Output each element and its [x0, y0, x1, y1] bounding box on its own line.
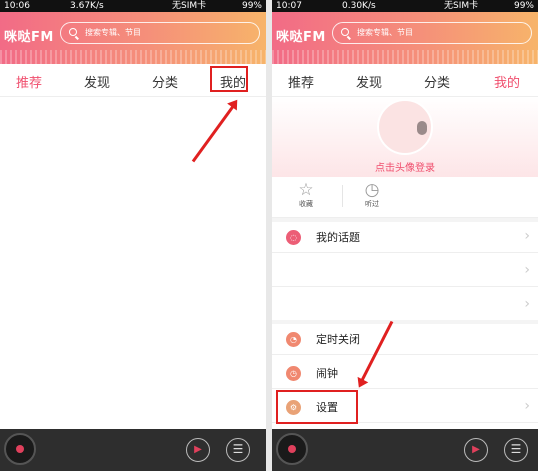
playlist-button[interactable]: ☰	[226, 438, 250, 462]
search-placeholder: 搜索专辑、节目	[85, 28, 141, 37]
tab-bar: 推荐 发现 分类 我的	[272, 64, 538, 97]
list-icon: ☰	[510, 442, 522, 456]
header-bar: 咪哒FM 搜索专辑、节目	[272, 12, 538, 64]
menu-item-my-topics[interactable]: ◌ 我的话题 ›	[272, 222, 538, 253]
menu-item-sleep-timer[interactable]: ◔ 定时关闭	[272, 324, 538, 355]
status-battery: 99%	[241, 1, 262, 11]
header-bar: 咪哒FM 搜索专辑、节目	[0, 12, 266, 64]
status-time: 10:07	[276, 1, 302, 11]
menu-item-blank[interactable]: ›	[272, 256, 538, 287]
mini-player: ▶ ☰	[272, 429, 538, 471]
timer-icon: ◔	[286, 332, 301, 347]
tab-recommend[interactable]: 推荐	[16, 72, 42, 91]
history-button[interactable]: ◷ 听过	[352, 181, 392, 209]
status-network-speed: 3.67K/s	[70, 1, 104, 11]
chevron-right-icon: ›	[524, 228, 530, 244]
play-button[interactable]: ▶	[464, 438, 488, 462]
chevron-right-icon: ›	[524, 296, 530, 312]
chevron-right-icon: ›	[524, 398, 530, 414]
search-placeholder: 搜索专辑、节目	[357, 28, 413, 37]
left-screenshot: 10:06 3.67K/s 无SIM卡 99% 咪哒FM 搜索专辑、节目 推荐 …	[0, 0, 266, 471]
search-icon	[341, 28, 349, 36]
album-disc-icon[interactable]	[276, 433, 308, 465]
chat-bubble-icon: ◌	[286, 230, 301, 245]
menu-item-label: 闹钟	[316, 367, 338, 380]
right-screenshot: 10:07 0.30K/s 无SIM卡 99% 咪哒FM 搜索专辑、节目 推荐 …	[272, 0, 538, 471]
playlist-button[interactable]: ☰	[504, 438, 528, 462]
divider	[342, 185, 343, 207]
chevron-right-icon: ›	[524, 262, 530, 278]
star-icon: ☆	[298, 180, 314, 200]
favorites-button[interactable]: ☆ 收藏	[286, 181, 326, 209]
status-time: 10:06	[4, 1, 30, 11]
annotation-arrow	[191, 102, 237, 163]
play-icon: ▶	[472, 444, 480, 455]
tab-discover[interactable]: 发现	[84, 72, 110, 91]
search-input[interactable]: 搜索专辑、节目	[332, 22, 532, 44]
menu-item-label: 定时关闭	[316, 333, 360, 346]
history-label: 听过	[365, 200, 379, 208]
quick-actions: ☆ 收藏 ◷ 听过	[272, 177, 538, 218]
list-icon: ☰	[232, 442, 244, 456]
headphones-icon	[417, 121, 427, 135]
menu-item-blank[interactable]: ›	[272, 290, 538, 321]
play-icon: ▶	[194, 444, 202, 455]
play-button[interactable]: ▶	[186, 438, 210, 462]
favorites-label: 收藏	[299, 200, 313, 208]
avatar[interactable]	[377, 99, 433, 155]
wave-decoration	[272, 50, 538, 64]
search-input[interactable]: 搜索专辑、节目	[60, 22, 260, 44]
app-logo: 咪哒FM	[4, 30, 54, 45]
status-sim: 无SIM卡	[444, 1, 479, 11]
status-bar: 10:06 3.67K/s 无SIM卡 99%	[0, 0, 266, 12]
search-icon	[69, 28, 77, 36]
mini-player: ▶ ☰	[0, 429, 266, 471]
status-battery: 99%	[513, 1, 534, 11]
app-logo: 咪哒FM	[276, 30, 326, 45]
profile-header: 点击头像登录	[272, 97, 538, 177]
menu-item-alarm[interactable]: ◷ 闹钟	[272, 358, 538, 389]
highlight-box-mine-tab	[210, 66, 248, 92]
wave-decoration	[0, 50, 266, 64]
history-icon: ◷	[364, 180, 380, 200]
menu-item-label: 我的话题	[316, 231, 360, 244]
tab-category[interactable]: 分类	[424, 72, 450, 91]
tab-discover[interactable]: 发现	[356, 72, 382, 91]
tab-category[interactable]: 分类	[152, 72, 178, 91]
album-disc-icon[interactable]	[4, 433, 36, 465]
alarm-clock-icon: ◷	[286, 366, 301, 381]
tab-recommend[interactable]: 推荐	[288, 72, 314, 91]
tab-mine[interactable]: 我的	[494, 72, 520, 91]
status-bar: 10:07 0.30K/s 无SIM卡 99%	[272, 0, 538, 12]
highlight-box-settings	[276, 390, 358, 424]
status-sim: 无SIM卡	[172, 1, 207, 11]
login-prompt[interactable]: 点击头像登录	[272, 159, 538, 174]
status-network-speed: 0.30K/s	[342, 1, 376, 11]
